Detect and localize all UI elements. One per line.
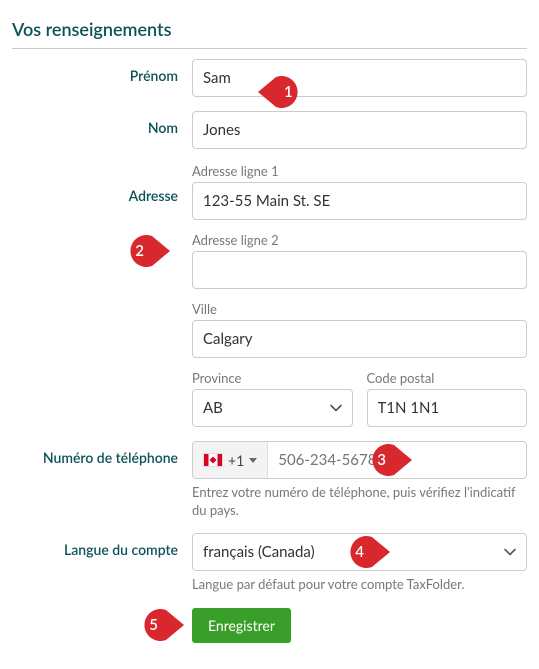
prenom-input[interactable] <box>192 59 527 97</box>
save-button[interactable]: Enregistrer <box>192 608 291 643</box>
language-value: français (Canada) <box>203 543 315 561</box>
callout-number: 2 <box>114 234 170 268</box>
label-adresse2: Adresse ligne 2 <box>192 232 527 248</box>
phone-helper: Entrez votre numéro de téléphone, puis v… <box>192 483 527 519</box>
label-province: Province <box>192 370 353 386</box>
info-form: Prénom 1 Nom Adresse Adresse ligne 1 <box>12 59 527 643</box>
label-postal: Code postal <box>367 370 528 386</box>
label-ville: Ville <box>192 301 527 317</box>
postal-input[interactable] <box>367 389 528 427</box>
phone-prefix-value: +1 <box>228 452 244 469</box>
chevron-down-icon <box>330 404 342 412</box>
caret-down-icon <box>249 458 257 463</box>
label-lang: Langue du compte <box>12 533 192 558</box>
callout-number: 3 <box>356 443 412 477</box>
label-nom: Nom <box>12 111 192 136</box>
adresse2-input[interactable] <box>192 251 527 289</box>
callout-number: 5 <box>128 608 184 642</box>
callout-number: 1 <box>258 75 314 109</box>
adresse1-input[interactable] <box>192 182 527 220</box>
flag-canada-icon <box>203 453 223 467</box>
province-value: AB <box>203 399 223 417</box>
callout-number: 4 <box>334 535 390 569</box>
label-phone: Numéro de téléphone <box>12 441 192 466</box>
province-select[interactable]: AB <box>192 389 353 427</box>
label-prenom: Prénom <box>12 59 192 84</box>
page-title: Vos renseignements <box>12 18 527 49</box>
label-adresse1: Adresse ligne 1 <box>192 163 527 179</box>
chevron-down-icon <box>504 548 516 556</box>
phone-country-select[interactable]: +1 <box>193 442 268 478</box>
label-adresse: Adresse <box>12 163 192 204</box>
language-helper: Langue par défaut pour votre compte TaxF… <box>192 575 527 593</box>
ville-input[interactable] <box>192 320 527 358</box>
nom-input[interactable] <box>192 111 527 149</box>
